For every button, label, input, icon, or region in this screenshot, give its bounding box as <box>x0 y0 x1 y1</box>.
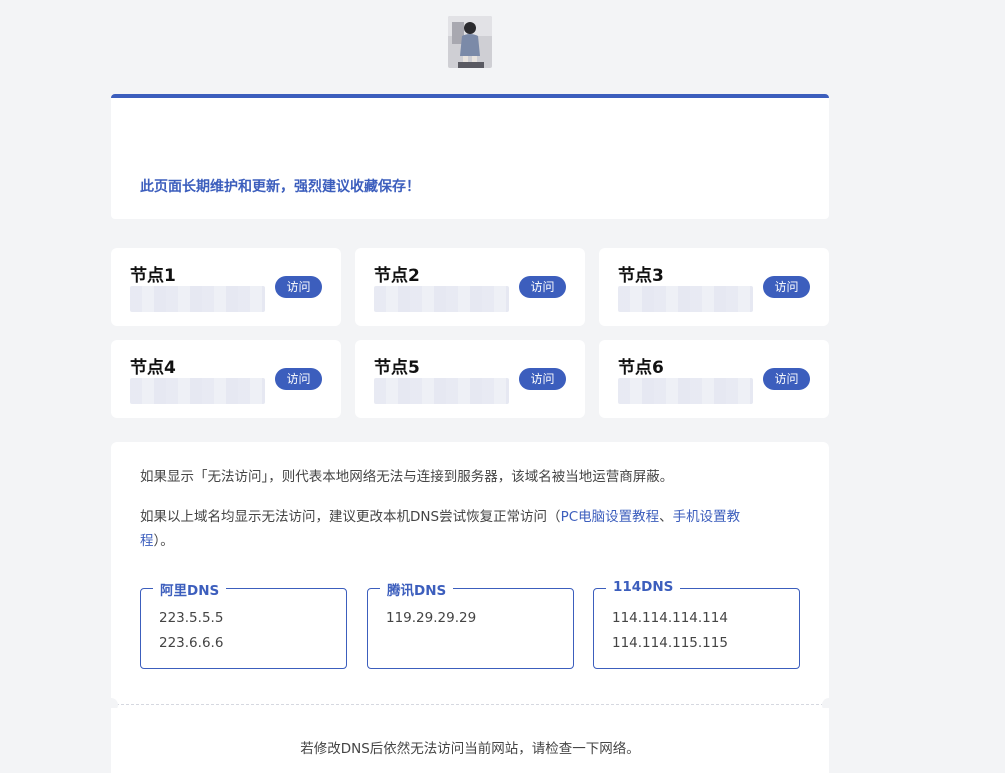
mobile-link-part2: 程 <box>140 533 154 549</box>
visit-button-1[interactable]: 访问 <box>275 276 322 298</box>
notice-card: 此页面长期维护和更新，强烈建议收藏保存！ <box>111 94 829 219</box>
node-card-6: 节点6 访问 <box>599 340 829 418</box>
node-title: 节点4 <box>130 358 176 378</box>
dns-name: 阿里DNS <box>153 579 227 599</box>
node-url-blurred <box>374 378 509 404</box>
visit-button-4[interactable]: 访问 <box>275 368 322 390</box>
footer-text: 若修改DNS后依然无法访问当前网站，请检查一下网络。 <box>300 741 640 757</box>
dns-name: 114DNS <box>606 579 681 595</box>
footer-card: 若修改DNS后依然无法访问当前网站，请检查一下网络。 <box>111 708 829 773</box>
dns-value: 114.114.114.114 <box>612 610 728 626</box>
node-title: 节点1 <box>130 266 176 286</box>
node-url-blurred <box>618 286 753 312</box>
visit-button-2[interactable]: 访问 <box>519 276 566 298</box>
node-card-5: 节点5 访问 <box>355 340 585 418</box>
node-url-blurred <box>374 286 509 312</box>
dns-box-tencent: 腾讯DNS 119.29.29.29 <box>367 579 574 669</box>
node-card-1: 节点1 访问 <box>111 248 341 326</box>
visit-button-5[interactable]: 访问 <box>519 368 566 390</box>
node-card-4: 节点4 访问 <box>111 340 341 418</box>
info-line-blocked: 如果显示「无法访问」，则代表本地网络无法与连接到服务器，该域名被当地运营商屏蔽。 <box>140 469 674 485</box>
mobile-link-part1: 手机设置教 <box>672 509 741 525</box>
dns-value: 114.114.115.115 <box>612 635 728 651</box>
info-card: 如果显示「无法访问」，则代表本地网络无法与连接到服务器，该域名被当地运营商屏蔽。… <box>111 442 829 704</box>
node-url-blurred <box>130 286 265 312</box>
node-title: 节点6 <box>618 358 664 378</box>
avatar <box>448 16 492 68</box>
notice-text: 此页面长期维护和更新，强烈建议收藏保存！ <box>140 179 420 195</box>
dns-value: 223.5.5.5 <box>159 610 224 626</box>
dns-box-114: 114DNS 114.114.114.114 114.114.115.115 <box>593 579 800 669</box>
pc-tutorial-link[interactable]: PC电脑设置教程 <box>561 509 660 525</box>
info-line-dns: 如果以上域名均显示无法访问，建议更改本机DNS尝试恢复正常访问（PC电脑设置教程… <box>140 505 810 553</box>
node-title: 节点5 <box>374 358 420 378</box>
info-dns-suffix: ）。 <box>153 533 174 549</box>
visit-button-3[interactable]: 访问 <box>763 276 810 298</box>
link-separator: 、 <box>659 509 673 525</box>
dns-box-ali: 阿里DNS 223.5.5.5 223.6.6.6 <box>140 579 347 669</box>
node-card-3: 节点3 访问 <box>599 248 829 326</box>
visit-button-6[interactable]: 访问 <box>763 368 810 390</box>
dns-value: 223.6.6.6 <box>159 635 224 651</box>
dns-value: 119.29.29.29 <box>386 610 477 626</box>
node-card-2: 节点2 访问 <box>355 248 585 326</box>
node-url-blurred <box>618 378 753 404</box>
node-url-blurred <box>130 378 265 404</box>
node-title: 节点3 <box>618 266 664 286</box>
node-title: 节点2 <box>374 266 420 286</box>
info-dns-prefix: 如果以上域名均显示无法访问，建议更改本机DNS尝试恢复正常访问（ <box>140 509 561 525</box>
dns-name: 腾讯DNS <box>380 579 454 599</box>
